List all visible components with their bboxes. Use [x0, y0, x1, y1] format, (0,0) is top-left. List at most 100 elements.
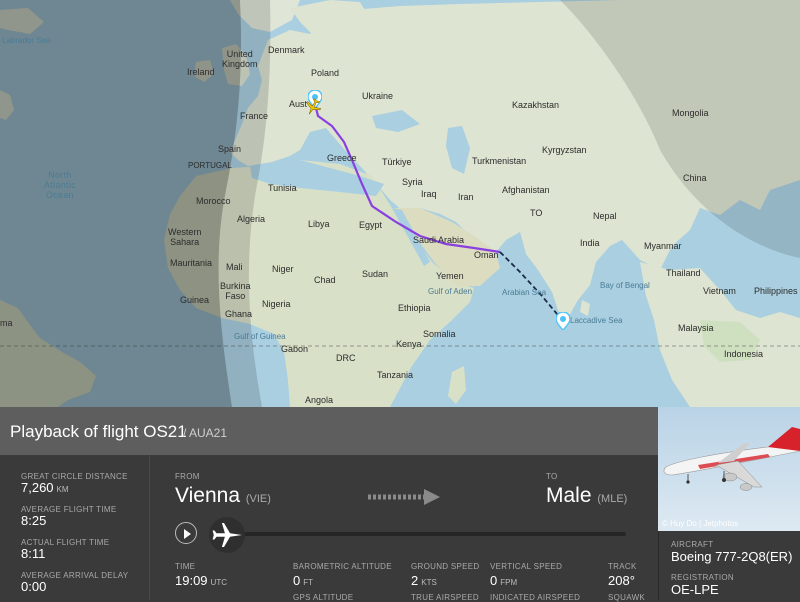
map-label-thailand: Thailand — [666, 268, 701, 278]
callsign: / AUA21 — [183, 426, 228, 440]
photo-credit[interactable]: © Huy Do | Jetphotos — [662, 519, 738, 528]
page-title: Playback of flight OS21 — [10, 422, 187, 441]
flight-stats: GREAT CIRCLE DISTANCE 7,260 KM AVERAGE FL… — [0, 455, 150, 600]
map-label-malaysia: Malaysia — [678, 323, 714, 333]
map-label-libya: Libya — [308, 219, 330, 229]
map-label-nepal: Nepal — [593, 211, 617, 221]
baro-altitude-label: BAROMETRIC ALTITUDE — [293, 562, 392, 571]
map-label-kyrgyzstan: Kyrgyzstan — [542, 145, 587, 155]
map-label-to: TO — [530, 208, 543, 218]
time-value: 19:09 UTC — [175, 573, 227, 588]
map-label-united-kingdom: United Kingdom — [222, 49, 258, 69]
map-label-iran: Iran — [458, 192, 474, 202]
map-label-niger: Niger — [272, 264, 294, 274]
true-airspeed-label: TRUE AIRSPEED — [411, 593, 479, 602]
map-label-gulf-of-guinea: Gulf of Guinea — [234, 332, 286, 341]
map-label-afghanistan: Afghanistan — [502, 185, 550, 195]
playback-scrubber-handle[interactable] — [209, 517, 245, 553]
baro-altitude-value: 0 FT — [293, 573, 314, 588]
map-label-algeria: Algeria — [237, 214, 266, 224]
aircraft-label: AIRCRAFT — [671, 540, 714, 549]
track-label: TRACK — [608, 562, 637, 571]
ground-speed-value: 2 KTS — [411, 573, 437, 588]
map-label-denmark: Denmark — [268, 45, 305, 55]
map-label-arabian-sea: Arabian Sea — [502, 288, 547, 297]
map-label-burkina-faso: Burkina Faso — [220, 281, 251, 301]
aircraft-photo[interactable]: © Huy Do | Jetphotos — [658, 407, 800, 531]
destination-marker-icon[interactable] — [556, 312, 570, 330]
map-label-egypt: Egypt — [359, 220, 383, 230]
vertical-speed-value: 0 FPM — [490, 573, 518, 588]
map-label-tanzania: Tanzania — [377, 370, 414, 380]
map-label-kenya: Kenya — [396, 339, 422, 349]
map-label-saudi-arabia: Saudi Arabia — [413, 235, 465, 245]
map-label-india: India — [580, 238, 600, 248]
map-label-drc: DRC — [336, 353, 356, 363]
registration-label: REGISTRATION — [671, 573, 735, 582]
map-label-spain: Spain — [218, 144, 242, 154]
map-label-mongolia: Mongolia — [672, 108, 709, 118]
map-label-turkmenistan: Turkmenistan — [472, 156, 527, 166]
map-label-turkiye: Türkiye — [382, 157, 412, 167]
map-label-kazakhstan: Kazakhstan — [512, 100, 560, 110]
gps-altitude-label: GPS ALTITUDE — [293, 593, 354, 602]
map-label-portugal: PORTUGAL — [188, 161, 232, 170]
map-label-somalia: Somalia — [423, 329, 456, 339]
flight-map[interactable]: Labrador Sea North Atlantic Ocean Irelan… — [0, 0, 800, 407]
map-label-oman: Oman — [474, 250, 499, 260]
actual-time-value: 8:11 — [21, 546, 46, 561]
to-label: TO — [546, 472, 558, 481]
plane-icon — [212, 523, 242, 547]
aircraft-value: Boeing 777-2Q8(ER) — [671, 549, 793, 564]
map-label-tunisia: Tunisia — [268, 183, 297, 193]
aircraft-photo-image — [658, 407, 800, 531]
map-label-austria: Aust — [289, 99, 308, 109]
avg-time-value: 8:25 — [21, 513, 47, 528]
arrival-delay-value: 0:00 — [21, 579, 47, 594]
registration-value: OE-LPE — [671, 582, 719, 597]
map-label-philippines: Philippines — [754, 286, 798, 296]
map-label-ethiopia: Ethiopia — [398, 303, 431, 313]
map-label-ireland: Ireland — [187, 67, 215, 77]
indicated-airspeed-label: INDICATED AIRSPEED — [490, 593, 581, 602]
map-label-laccadive-sea: Laccadive Sea — [570, 316, 623, 325]
gcd-value: 7,260 KM — [21, 480, 69, 495]
vertical-speed-label: VERTICAL SPEED — [490, 562, 563, 571]
map-label-gabon: Gabon — [281, 344, 309, 354]
map-label-indonesia: Indonesia — [724, 349, 764, 359]
from-label: FROM — [175, 472, 200, 481]
map-label-greece: Greece — [327, 153, 357, 163]
to-city: Male (MLE) — [546, 484, 628, 507]
map-label-mali: Mali — [226, 262, 243, 272]
map-label-china: China — [683, 173, 707, 183]
track-value: 208° — [608, 573, 635, 588]
map-label-chad: Chad — [314, 275, 336, 285]
map-label-nigeria: Nigeria — [262, 299, 291, 309]
aircraft-info: AIRCRAFT Boeing 777-2Q8(ER) REGISTRATION… — [658, 531, 800, 600]
map-label-ghana: Ghana — [225, 309, 253, 319]
play-button[interactable] — [175, 522, 197, 544]
map-label-sudan: Sudan — [362, 269, 389, 279]
map-label-western-sahara: Western Sahara — [168, 227, 202, 247]
ground-speed-label: GROUND SPEED — [411, 562, 480, 571]
playback-progress-track[interactable] — [230, 532, 626, 536]
panel-header: Playback of flight OS21 / AUA21 — [0, 407, 658, 455]
map-label-bay-of-bengal: Bay of Bengal — [600, 281, 650, 290]
map-label-angola: Angola — [305, 395, 334, 405]
map-label-yemen: Yemen — [436, 271, 464, 281]
time-label: TIME — [175, 562, 196, 571]
from-city: Vienna (VIE) — [175, 484, 271, 507]
map-label-labrador-sea: Labrador Sea — [2, 36, 51, 45]
map-label-poland: Poland — [311, 68, 340, 78]
squawk-label: SQUAWK — [608, 593, 646, 602]
map-label-iraq: Iraq — [421, 189, 437, 199]
map-label-north-atlantic: North Atlantic Ocean — [44, 170, 76, 200]
route-arrow-icon — [368, 489, 440, 505]
map-label-syria: Syria — [402, 177, 423, 187]
map-label-mauritania: Mauritania — [170, 258, 213, 268]
map-label-vietnam: Vietnam — [703, 286, 736, 296]
map-label-ma: ma — [0, 318, 13, 328]
map-label-gulf-of-aden: Gulf of Aden — [428, 287, 473, 296]
map-label-ukraine: Ukraine — [362, 91, 394, 101]
map-label-myanmar: Myanmar — [644, 241, 682, 251]
